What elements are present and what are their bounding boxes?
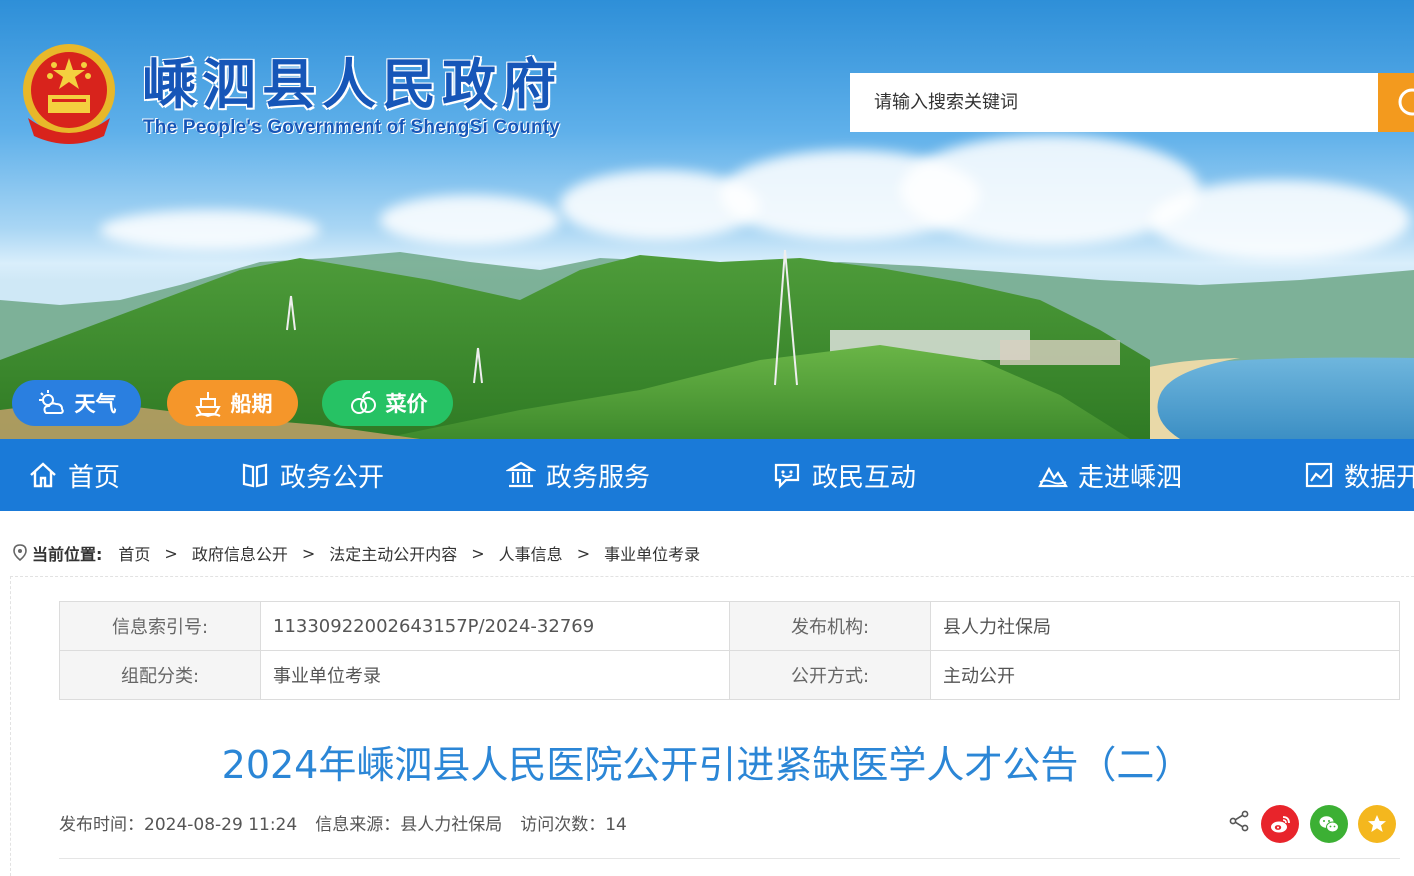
method-value: 主动公开 xyxy=(930,650,1400,700)
breadcrumb-item-gov-info[interactable]: 政府信息公开 xyxy=(192,541,288,565)
share-weibo-button[interactable] xyxy=(1261,805,1299,843)
visit-count: 访问次数：14 xyxy=(520,815,627,835)
favorite-button[interactable] xyxy=(1358,805,1396,843)
category-value: 事业单位考录 xyxy=(260,650,730,700)
nav-item-about-shengsi[interactable]: 走进嵊泗 xyxy=(1038,439,1182,511)
table-row: 信息索引号: 11330922002643157P/2024-32769 发布机… xyxy=(59,601,1400,651)
weather-button[interactable]: 天气 xyxy=(12,380,141,426)
nav-label: 走进嵊泗 xyxy=(1078,462,1183,493)
index-label: 信息索引号: xyxy=(59,601,261,651)
nav-label: 首页 xyxy=(68,462,121,493)
search-button[interactable] xyxy=(1378,73,1414,132)
favorite-icon xyxy=(1368,815,1386,832)
weibo-icon xyxy=(1271,816,1290,833)
breadcrumb: 当前位置: 首页 > 政府信息公开 > 法定主动公开内容 > 人事信息 > 事业… xyxy=(12,540,700,566)
chart-icon xyxy=(1305,462,1333,488)
nav-item-home[interactable]: 首页 xyxy=(28,439,120,511)
location-pin-icon xyxy=(13,544,27,562)
breadcrumb-item-personnel[interactable]: 人事信息 xyxy=(499,541,563,565)
search-input[interactable] xyxy=(850,73,1380,132)
chat-icon xyxy=(774,463,800,489)
nav-item-gov-services[interactable]: 政务服务 xyxy=(506,439,650,511)
search-icon xyxy=(1398,88,1414,116)
vegetable-label: 菜价 xyxy=(385,392,428,416)
breadcrumb-item-current[interactable]: 事业单位考录 xyxy=(604,541,700,565)
book-icon xyxy=(242,463,268,488)
nav-label: 政务服务 xyxy=(546,462,651,493)
share-icon[interactable] xyxy=(1228,810,1250,832)
index-value: 11330922002643157P/2024-32769 xyxy=(260,601,730,651)
category-label: 组配分类: xyxy=(59,650,261,700)
nav-item-data-open[interactable]: 数据开 xyxy=(1304,439,1414,511)
publisher-label: 发布机构: xyxy=(729,601,931,651)
building-icon xyxy=(506,461,536,488)
home-icon xyxy=(30,462,56,488)
ship-icon xyxy=(194,392,221,418)
share-wechat-button[interactable] xyxy=(1310,805,1348,843)
wechat-icon xyxy=(1319,816,1339,833)
nav-item-interaction[interactable]: 政民互动 xyxy=(772,439,916,511)
ship-schedule-button[interactable]: 船期 xyxy=(167,380,298,426)
breadcrumb-separator: > xyxy=(301,543,316,563)
header-banner: 嵊泗县人民政府 The People's Government of Sheng… xyxy=(0,0,1414,439)
nav-label: 政民互动 xyxy=(812,462,917,493)
article-title: 2024年嵊泗县人民医院公开引进紧缺医学人才公告（二） xyxy=(221,743,1193,787)
site-title[interactable]: 嵊泗县人民政府 xyxy=(142,40,562,119)
weather-label: 天气 xyxy=(74,392,117,416)
weather-icon xyxy=(38,390,64,414)
mountain-icon xyxy=(1038,466,1068,488)
nav-label: 政务公开 xyxy=(280,462,385,493)
table-row: 组配分类: 事业单位考录 公开方式: 主动公开 xyxy=(59,650,1400,700)
breadcrumb-label: 当前位置: xyxy=(32,545,103,564)
method-label: 公开方式: xyxy=(729,650,931,700)
publish-time: 发布时间：2024-08-29 11:24 xyxy=(59,815,298,835)
vegetable-icon xyxy=(350,391,376,414)
breadcrumb-item-home[interactable]: 首页 xyxy=(118,541,150,565)
breadcrumb-separator: > xyxy=(576,543,591,563)
divider xyxy=(59,858,1400,859)
publisher-value: 县人力社保局 xyxy=(930,601,1400,651)
ship-label: 船期 xyxy=(230,392,273,416)
breadcrumb-item-statutory[interactable]: 法定主动公开内容 xyxy=(329,541,457,565)
article-meta: 发布时间：2024-08-29 11:24 信息来源：县人力社保局 访问次数：1… xyxy=(59,810,627,835)
nav-label: 数据开 xyxy=(1344,462,1414,493)
breadcrumb-separator: > xyxy=(471,543,485,563)
site-subtitle: The People's Government of ShengSi Count… xyxy=(143,117,561,138)
breadcrumb-separator: > xyxy=(164,543,178,563)
info-source: 信息来源：县人力社保局 xyxy=(315,815,503,835)
vegetable-price-button[interactable]: 菜价 xyxy=(322,380,453,426)
nav-item-gov-affairs-open[interactable]: 政务公开 xyxy=(240,439,384,511)
main-nav: 首页 政务公开 政务服务 政民互动 走进嵊泗 数据开 xyxy=(0,439,1414,511)
info-meta-table: 信息索引号: 11330922002643157P/2024-32769 发布机… xyxy=(59,601,1400,700)
national-emblem-icon xyxy=(23,44,115,144)
